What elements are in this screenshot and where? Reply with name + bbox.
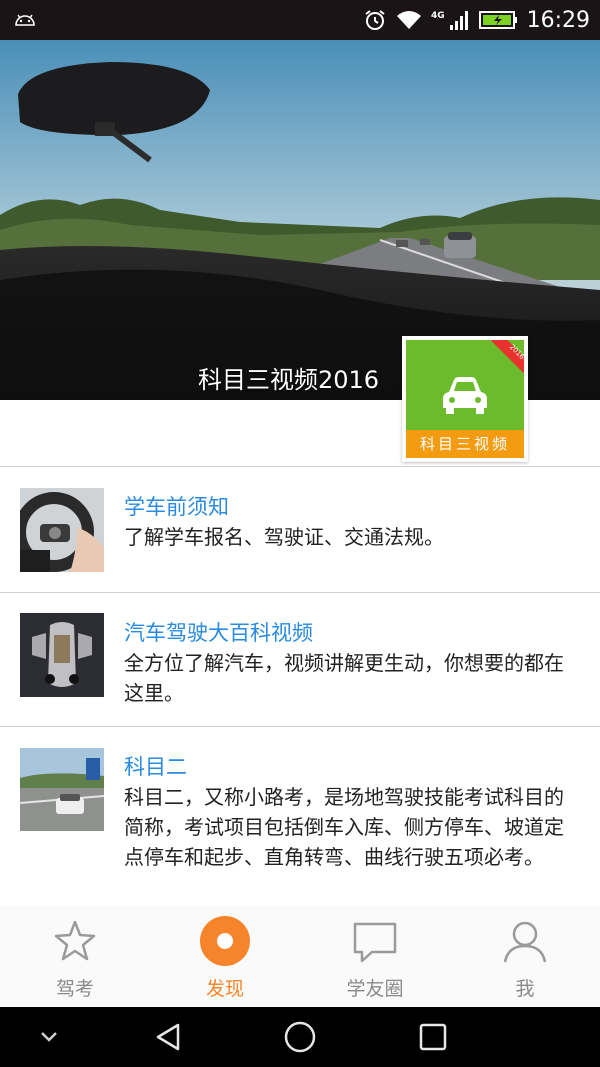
battery-charging-icon <box>478 11 517 29</box>
home-icon[interactable] <box>283 1020 317 1054</box>
nav-tab-discover[interactable]: 发现 <box>150 906 300 1006</box>
item-title: 科目二 <box>124 755 187 779</box>
nav-tab-me[interactable]: 我 <box>450 906 600 1006</box>
list-item[interactable]: 汽车驾驶大百科视频 全方位了解汽车，视频讲解更生动，你想要的都在这里。 <box>0 593 600 726</box>
network-type: 4G <box>430 10 445 21</box>
nav-tab-classmates[interactable]: 学友圈 <box>300 906 450 1006</box>
discover-icon <box>200 916 250 966</box>
hero-title: 科目三视频2016 <box>198 366 380 394</box>
back-icon[interactable] <box>152 1021 184 1053</box>
status-bar: 4G 16:29 <box>0 0 600 40</box>
signal-icon <box>449 11 468 30</box>
bottom-navigation: 驾考 发现 学友圈 我 <box>0 906 600 1006</box>
nav-label: 学友圈 <box>346 978 404 1000</box>
recents-icon[interactable] <box>418 1022 448 1052</box>
thumbnail-car-exploded <box>20 613 104 697</box>
item-description: 科目二，又称小路考，是场地驾驶技能考试科目的简称，考试项目包括倒车入库、侧方停车… <box>124 785 564 869</box>
video-category-tile[interactable]: 2016 科目三视频 <box>402 336 528 462</box>
chat-bubble-icon <box>353 922 397 963</box>
list-item[interactable]: 科目二 科目二，又称小路考，是场地驾驶技能考试科目的简称，考试项目包括倒车入库、… <box>0 727 600 907</box>
list-item[interactable]: 学车前须知 了解学车报名、驾驶证、交通法规。 <box>0 467 600 592</box>
thumbnail-steering-wheel <box>20 488 104 572</box>
item-title: 学车前须知 <box>124 495 229 519</box>
item-title: 汽车驾驶大百科视频 <box>124 621 313 645</box>
item-description: 全方位了解汽车，视频讲解更生动，你想要的都在这里。 <box>124 651 564 705</box>
android-icon <box>15 14 35 26</box>
alarm-icon <box>365 10 385 30</box>
system-navigation-bar <box>0 1007 600 1067</box>
wifi-icon <box>396 11 421 29</box>
chevron-down-icon[interactable] <box>40 1031 58 1043</box>
star-icon <box>54 920 96 961</box>
person-icon <box>503 921 547 963</box>
nav-label: 我 <box>515 978 535 1000</box>
item-description: 了解学车报名、驾驶证、交通法规。 <box>124 525 444 549</box>
nav-label: 发现 <box>205 978 244 1000</box>
thumbnail-test-course <box>20 748 104 831</box>
nav-label: 驾考 <box>55 978 94 1000</box>
tile-label: 科目三视频 <box>406 430 524 458</box>
car-icon <box>443 377 487 414</box>
nav-tab-jiakao[interactable]: 驾考 <box>0 906 150 1006</box>
clock: 16:29 <box>526 7 590 33</box>
